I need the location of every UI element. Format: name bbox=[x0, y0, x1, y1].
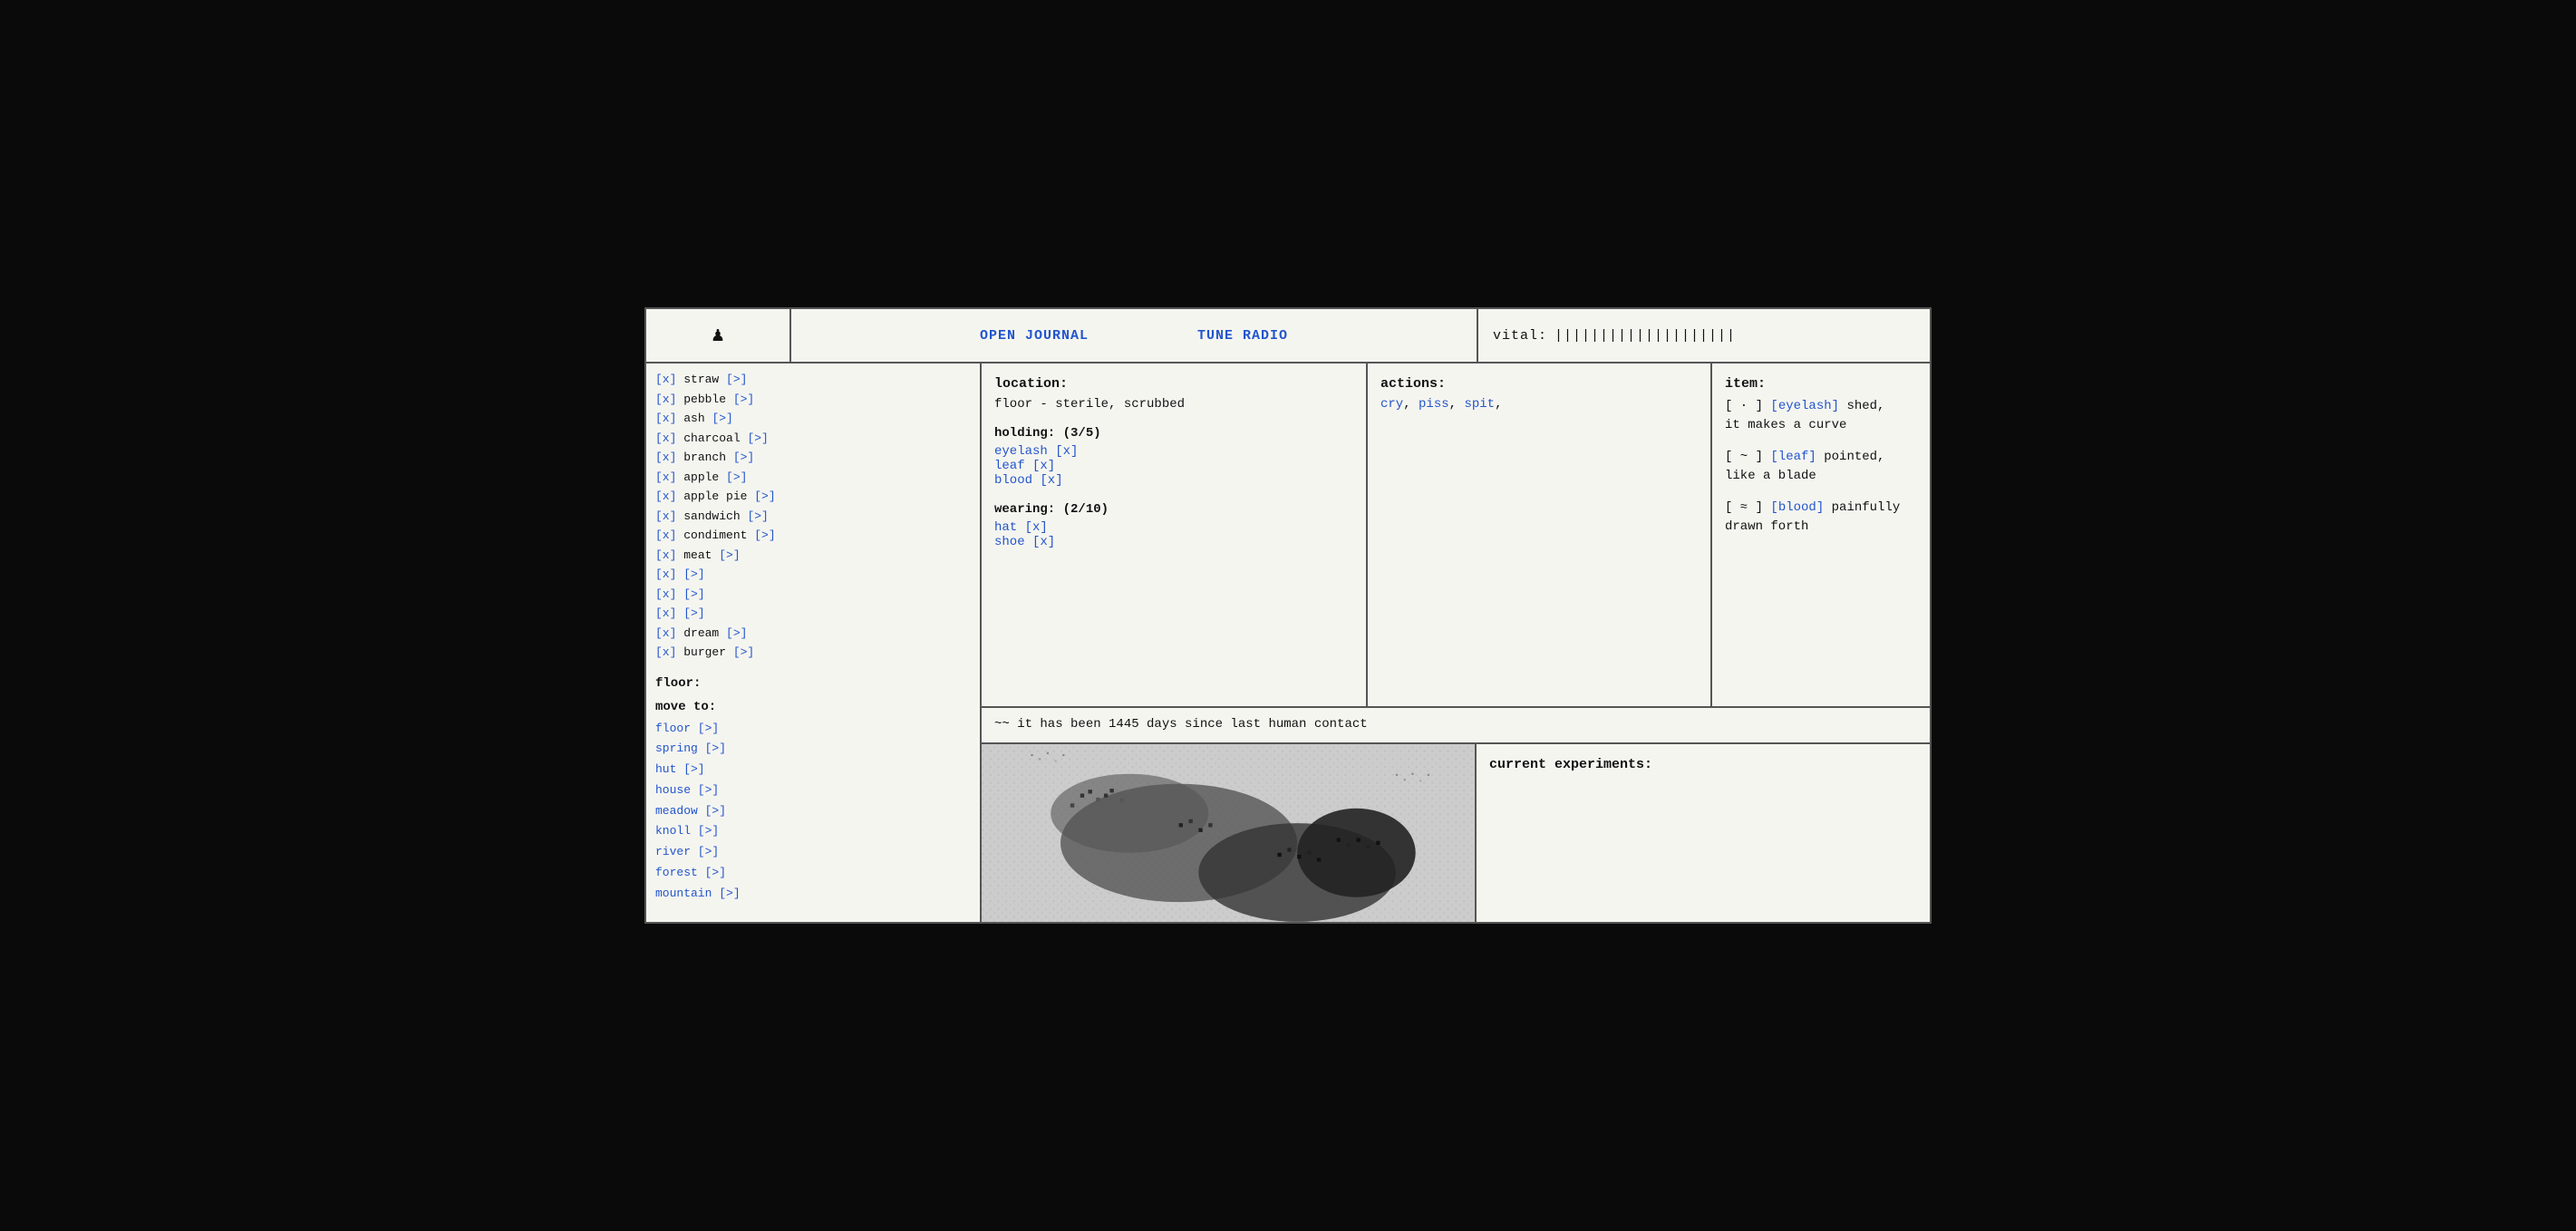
message-bar: ~~ it has been 1445 days since last huma… bbox=[982, 708, 1930, 744]
list-item: [x] branch [>] bbox=[655, 449, 971, 467]
vital-area: vital: |||||||||||||||||||| bbox=[1477, 309, 1930, 362]
list-item: [x] apple [>] bbox=[655, 469, 971, 487]
open-journal-button[interactable]: OPEN JOURNAL bbox=[980, 328, 1089, 344]
actions-panel: actions: cry, piss, spit, bbox=[1368, 363, 1712, 706]
holding-leaf: leaf [x] bbox=[994, 459, 1353, 473]
location-panel-label: location: bbox=[994, 376, 1353, 392]
list-item: [x] meat [>] bbox=[655, 547, 971, 565]
location-meadow: meadow [>] bbox=[655, 802, 971, 821]
location-river: river [>] bbox=[655, 843, 971, 862]
center-area: location: floor - sterile, scrubbed hold… bbox=[982, 363, 1930, 922]
location-panel: location: floor - sterile, scrubbed hold… bbox=[982, 363, 1368, 706]
location-hut: hut [>] bbox=[655, 761, 971, 780]
image-panel bbox=[982, 744, 1477, 922]
inventory-list: [x] straw [>] [x] pebble [>] [x] ash [>] bbox=[655, 371, 971, 662]
message-text: ~~ it has been 1445 days since last huma… bbox=[994, 717, 1368, 732]
item-panel-label: item: bbox=[1725, 376, 1917, 392]
center-top: location: floor - sterile, scrubbed hold… bbox=[982, 363, 1930, 708]
game-container: ♟ OPEN JOURNAL TUNE RADIO vital: |||||||… bbox=[644, 307, 1932, 924]
location-spring: spring [>] bbox=[655, 740, 971, 759]
location-knoll: knoll [>] bbox=[655, 822, 971, 841]
list-item: [x] straw [>] bbox=[655, 371, 971, 389]
list-item: [x] apple pie [>] bbox=[655, 488, 971, 506]
vital-bars: |||||||||||||||||||| bbox=[1554, 328, 1736, 344]
main-wrapper: ♟ OPEN JOURNAL TUNE RADIO vital: |||||||… bbox=[0, 0, 2576, 1231]
holding-blood: blood [x] bbox=[994, 473, 1353, 488]
experiments-panel: current experiments: bbox=[1477, 744, 1930, 922]
location-mountain: mountain [>] bbox=[655, 885, 971, 904]
locations-list: floor [>] spring [>] hut [>] house [>] m… bbox=[655, 720, 971, 904]
item-leaf: [ ~ ] [leaf] pointed, like a blade bbox=[1725, 448, 1917, 486]
player-icon: ♟ bbox=[712, 324, 723, 347]
list-item: [x] sandwich [>] bbox=[655, 508, 971, 526]
left-panel: [x] straw [>] [x] pebble [>] [x] ash [>] bbox=[646, 363, 982, 922]
list-item: [x] dream [>] bbox=[655, 625, 971, 643]
item-blood: [ ≈ ] [blood] painfully drawn forth bbox=[1725, 499, 1917, 537]
list-item: [x] ash [>] bbox=[655, 410, 971, 428]
main-content: [x] straw [>] [x] pebble [>] [x] ash [>] bbox=[646, 363, 1930, 922]
list-item: [x] pebble [>] bbox=[655, 391, 971, 409]
location-house: house [>] bbox=[655, 781, 971, 800]
center-bottom: current experiments: bbox=[982, 744, 1930, 922]
list-item: [x] [>] bbox=[655, 586, 971, 604]
list-item: [x] [>] bbox=[655, 605, 971, 623]
list-item: [x] charcoal [>] bbox=[655, 430, 971, 448]
location-description: floor - sterile, scrubbed bbox=[994, 397, 1353, 412]
item-panel: item: [ · ] [eyelash] shed, it makes a c… bbox=[1712, 363, 1930, 706]
top-center: OPEN JOURNAL TUNE RADIO bbox=[791, 309, 1477, 362]
scene-image bbox=[982, 744, 1475, 922]
player-icon-area: ♟ bbox=[646, 309, 791, 362]
location-floor: floor [>] bbox=[655, 720, 971, 739]
wearing-hat: hat [x] bbox=[994, 520, 1353, 535]
move-to-label: move to: bbox=[655, 700, 971, 714]
wearing-shoe: shoe [x] bbox=[994, 535, 1353, 549]
location-forest: forest [>] bbox=[655, 864, 971, 883]
item-eyelash: [ · ] [eyelash] shed, it makes a curve bbox=[1725, 397, 1917, 435]
vital-label: vital: bbox=[1493, 328, 1547, 344]
holding-label: holding: (3/5) bbox=[994, 426, 1353, 441]
list-item: [x] burger [>] bbox=[655, 644, 971, 662]
list-item: [x] [>] bbox=[655, 566, 971, 584]
actions-list: cry, piss, spit, bbox=[1380, 397, 1698, 412]
experiments-label: current experiments: bbox=[1489, 757, 1917, 772]
wearing-label: wearing: (2/10) bbox=[994, 502, 1353, 517]
floor-label: floor: bbox=[655, 676, 971, 691]
list-item: [x] condiment [>] bbox=[655, 527, 971, 545]
holding-eyelash: eyelash [x] bbox=[994, 444, 1353, 459]
tune-radio-button[interactable]: TUNE RADIO bbox=[1197, 328, 1288, 344]
top-bar: ♟ OPEN JOURNAL TUNE RADIO vital: |||||||… bbox=[646, 309, 1930, 363]
actions-panel-label: actions: bbox=[1380, 376, 1698, 392]
